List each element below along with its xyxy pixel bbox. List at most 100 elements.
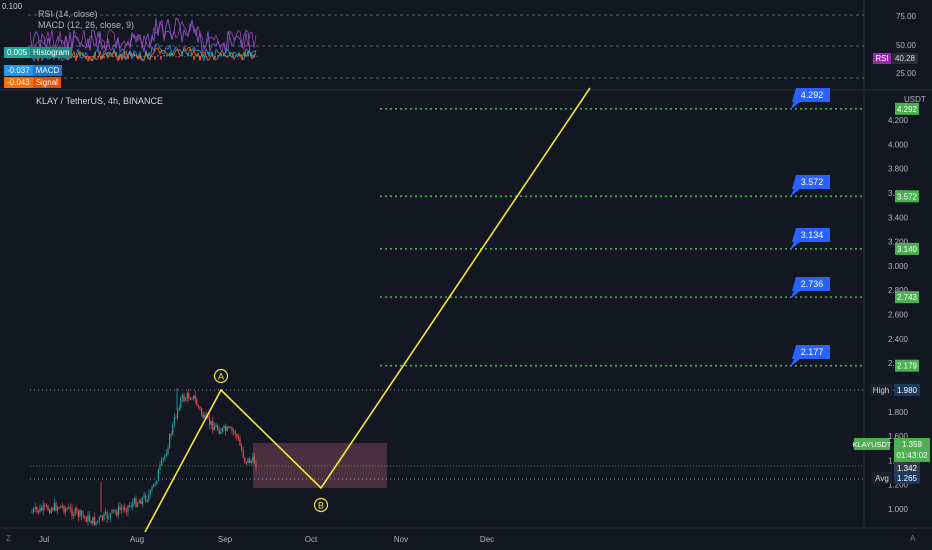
price-tick-label: 4.000 — [888, 140, 909, 149]
macd-badge[interactable]: -0.037 MACD — [4, 65, 63, 76]
macd-legend[interactable]: MACD (12, 26, close, 9) — [38, 20, 134, 30]
histogram-bar — [256, 55, 258, 57]
candle-body — [140, 500, 142, 505]
candle-body — [42, 505, 44, 511]
candle-body — [34, 507, 36, 510]
candle-body — [69, 507, 71, 509]
histogram-bar — [226, 56, 228, 58]
candle-body — [93, 516, 95, 526]
candle-body — [165, 453, 167, 456]
candle-body — [109, 513, 111, 518]
histogram-bar — [160, 56, 162, 60]
candle-body — [169, 433, 171, 449]
candle-body — [217, 425, 219, 430]
avg-value: 1.265 — [897, 474, 918, 483]
candle-body — [58, 507, 60, 509]
candle-body — [57, 507, 59, 511]
countdown: 01:43:02 — [896, 451, 928, 460]
candle-body — [124, 507, 126, 511]
candle-body — [186, 393, 188, 399]
candle-body — [189, 398, 191, 400]
histogram-bar — [229, 51, 231, 57]
candle-body — [229, 427, 231, 429]
candle-body — [87, 515, 89, 523]
candle-body — [154, 483, 156, 485]
histogram-bar — [112, 56, 114, 58]
candle-body — [172, 424, 174, 435]
candle-body — [37, 510, 39, 513]
candle-body — [228, 426, 230, 428]
candle-body — [193, 395, 195, 399]
target-price-label: 3.140 — [897, 245, 918, 254]
histogram-bar — [121, 53, 123, 57]
auto-scale-button[interactable]: A — [910, 534, 915, 543]
candle-body — [66, 508, 68, 510]
candle-body — [162, 458, 164, 460]
candle-body — [111, 509, 113, 514]
price-chart[interactable]: A B 4.292 3.572 3.134 2.736 2.177 4.200 4.000 3… — [0, 0, 932, 550]
target-callout-label: 4.292 — [801, 90, 824, 100]
candle-body — [81, 510, 83, 516]
histogram-bar — [241, 54, 243, 57]
candle-body — [63, 506, 65, 513]
candle-body — [143, 495, 145, 498]
signal-badge[interactable]: -0.043 Signal — [4, 77, 61, 88]
candle-body — [201, 408, 203, 415]
candle-body — [167, 448, 169, 454]
candle-body — [76, 508, 78, 511]
candles — [31, 388, 257, 527]
candle-body — [234, 431, 236, 435]
time-tick-label: Sep — [218, 535, 233, 544]
histogram-bar — [184, 56, 186, 57]
rsi-bands — [28, 14, 864, 79]
histogram-bar — [109, 55, 111, 57]
timezone-button[interactable]: Z — [6, 534, 11, 543]
candle-body — [108, 517, 110, 519]
candle-body — [177, 409, 179, 418]
candle-body — [237, 436, 239, 440]
candle-body — [82, 515, 84, 517]
histogram-bar — [133, 52, 135, 57]
candle-body — [92, 516, 94, 524]
histogram-bar — [181, 52, 183, 57]
histogram-bar — [100, 56, 102, 60]
candle-body — [129, 505, 131, 507]
candle-body — [212, 420, 214, 431]
candle-body — [84, 516, 86, 518]
candle-body — [161, 459, 163, 465]
rsi-badge-value: 40.28 — [895, 54, 916, 63]
wave-point-label: A — [218, 372, 224, 382]
histogram-bar — [217, 54, 219, 57]
histogram-bar — [235, 55, 237, 57]
symbol-title[interactable]: KLAY / TetherUS, 4h, BINANCE — [36, 96, 163, 106]
target-callout-label: 2.177 — [801, 347, 824, 357]
candle-body — [196, 399, 198, 406]
candle-body — [121, 508, 123, 510]
candle-body — [41, 507, 43, 511]
candle-body — [241, 445, 243, 451]
time-tick-label: Dec — [480, 535, 494, 544]
histogram-bar — [220, 53, 222, 57]
histogram-bar — [79, 53, 81, 57]
histogram-badge[interactable]: 0.005 Histogram — [4, 47, 73, 58]
price-tick-label: 3.400 — [888, 213, 909, 222]
top-left-value: 0.100 — [2, 2, 23, 11]
candle-body — [220, 431, 222, 434]
candle-body — [106, 511, 108, 519]
candle-body — [159, 464, 161, 470]
histogram-bar — [148, 52, 150, 57]
target-levels — [380, 108, 864, 367]
candle-body — [49, 510, 51, 514]
rsi-legend[interactable]: RSI (14, close) — [38, 9, 98, 19]
candle-body — [113, 509, 115, 512]
price-tick-label: 2.400 — [888, 335, 909, 344]
candle-body — [100, 515, 102, 518]
candle-body — [197, 405, 199, 407]
time-tick-label: Nov — [394, 535, 408, 544]
histogram-bar — [118, 56, 120, 60]
histogram-bar — [223, 53, 225, 57]
candle-body — [68, 507, 70, 509]
candle-body — [114, 511, 116, 512]
histogram-bar — [73, 56, 75, 58]
target-callout-label: 3.572 — [801, 177, 824, 187]
